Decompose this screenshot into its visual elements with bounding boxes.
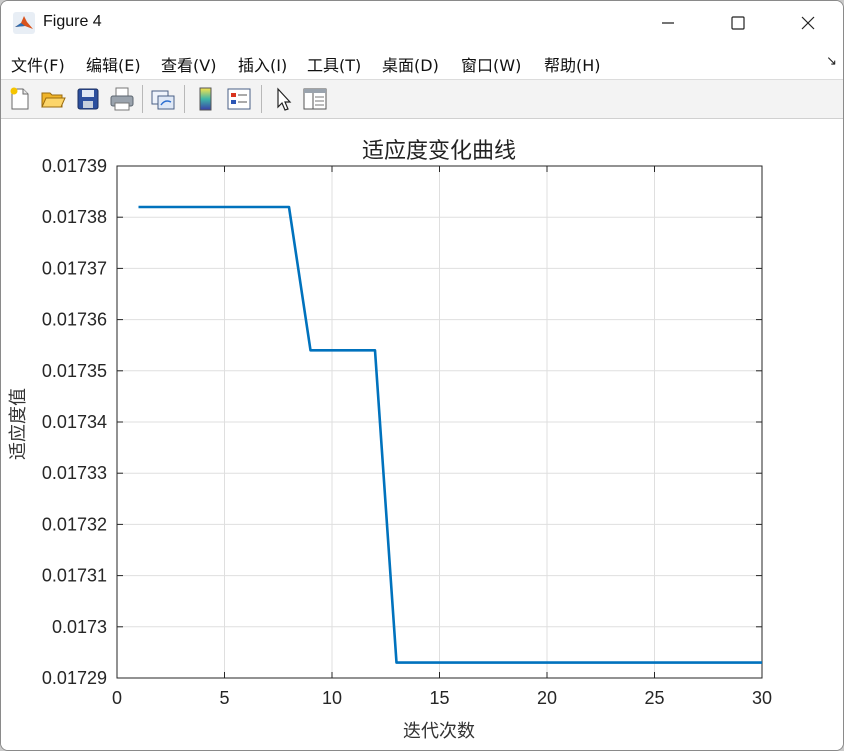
close-icon <box>801 16 815 30</box>
x-tick-label: 25 <box>644 688 664 708</box>
figure-window: Figure 4 文件(F) 编辑(E) 查看(V) 插入(I) 工具(T) 桌… <box>0 0 844 751</box>
new-figure-icon[interactable] <box>6 85 34 113</box>
y-tick-label: 0.01732 <box>42 514 107 534</box>
y-tick-label: 0.01736 <box>42 310 107 330</box>
link-plot-icon[interactable] <box>149 85 177 113</box>
save-icon[interactable] <box>74 85 102 113</box>
y-tick-label: 0.01734 <box>42 412 107 432</box>
matlab-logo-icon <box>13 12 35 34</box>
open-file-icon[interactable] <box>39 85 67 113</box>
menu-file[interactable]: 文件(F) <box>11 52 65 76</box>
fitness-chart[interactable]: 0 5 10 15 20 25 30 0.01729 0.0173 0.01731 0.01732 0… <box>1 119 843 750</box>
minimize-button[interactable] <box>633 1 703 45</box>
y-tick-label: 0.01735 <box>42 361 107 381</box>
menu-help[interactable]: 帮助(H) <box>544 52 601 76</box>
x-tick-label: 0 <box>112 688 122 708</box>
insert-colorbar-icon[interactable] <box>192 85 220 113</box>
figure-toolbar <box>1 80 843 119</box>
toolbar-separator <box>261 85 262 113</box>
y-tick-label: 0.01733 <box>42 463 107 483</box>
menu-window[interactable]: 窗口(W) <box>461 52 521 76</box>
x-tick-label: 15 <box>429 688 449 708</box>
maximize-button[interactable] <box>703 1 773 45</box>
x-tick-label: 20 <box>537 688 557 708</box>
menu-tools[interactable]: 工具(T) <box>307 52 361 76</box>
y-tick-label: 0.01738 <box>42 207 107 227</box>
x-tick-label: 30 <box>752 688 772 708</box>
dock-figure-icon[interactable]: ↘ <box>826 54 837 69</box>
menu-edit[interactable]: 编辑(E) <box>86 52 141 76</box>
y-tick-label: 0.0173 <box>52 617 107 637</box>
y-tick-label: 0.01729 <box>42 668 107 688</box>
y-tick-label: 0.01739 <box>42 156 107 176</box>
title-bar[interactable]: Figure 4 <box>1 1 843 45</box>
toolbar-separator <box>184 85 185 113</box>
figure-canvas: 0 5 10 15 20 25 30 0.01729 0.0173 0.01731 0.01732 0… <box>1 119 843 750</box>
x-axis-label: 迭代次数 <box>403 721 475 741</box>
toolbar-separator <box>142 85 143 113</box>
menu-insert[interactable]: 插入(I) <box>238 52 287 76</box>
insert-legend-icon[interactable] <box>225 85 253 113</box>
property-inspector-icon[interactable] <box>301 85 329 113</box>
menu-view[interactable]: 查看(V) <box>161 52 216 76</box>
y-tick-label: 0.01737 <box>42 258 107 278</box>
menu-desktop[interactable]: 桌面(D) <box>382 52 439 76</box>
edit-plot-pointer-icon[interactable] <box>269 85 297 113</box>
y-tick-label: 0.01731 <box>42 566 107 586</box>
maximize-icon <box>731 16 745 30</box>
chart-title: 适应度变化曲线 <box>362 138 516 163</box>
close-button[interactable] <box>773 1 843 45</box>
x-tick-label: 10 <box>322 688 342 708</box>
x-tick-label: 5 <box>219 688 229 708</box>
menu-bar: 文件(F) 编辑(E) 查看(V) 插入(I) 工具(T) 桌面(D) 窗口(W… <box>1 45 843 80</box>
minimize-icon <box>662 22 674 24</box>
y-axis-label: 适应度值 <box>8 388 28 460</box>
print-icon[interactable] <box>108 85 136 113</box>
window-title: Figure 4 <box>43 13 102 30</box>
